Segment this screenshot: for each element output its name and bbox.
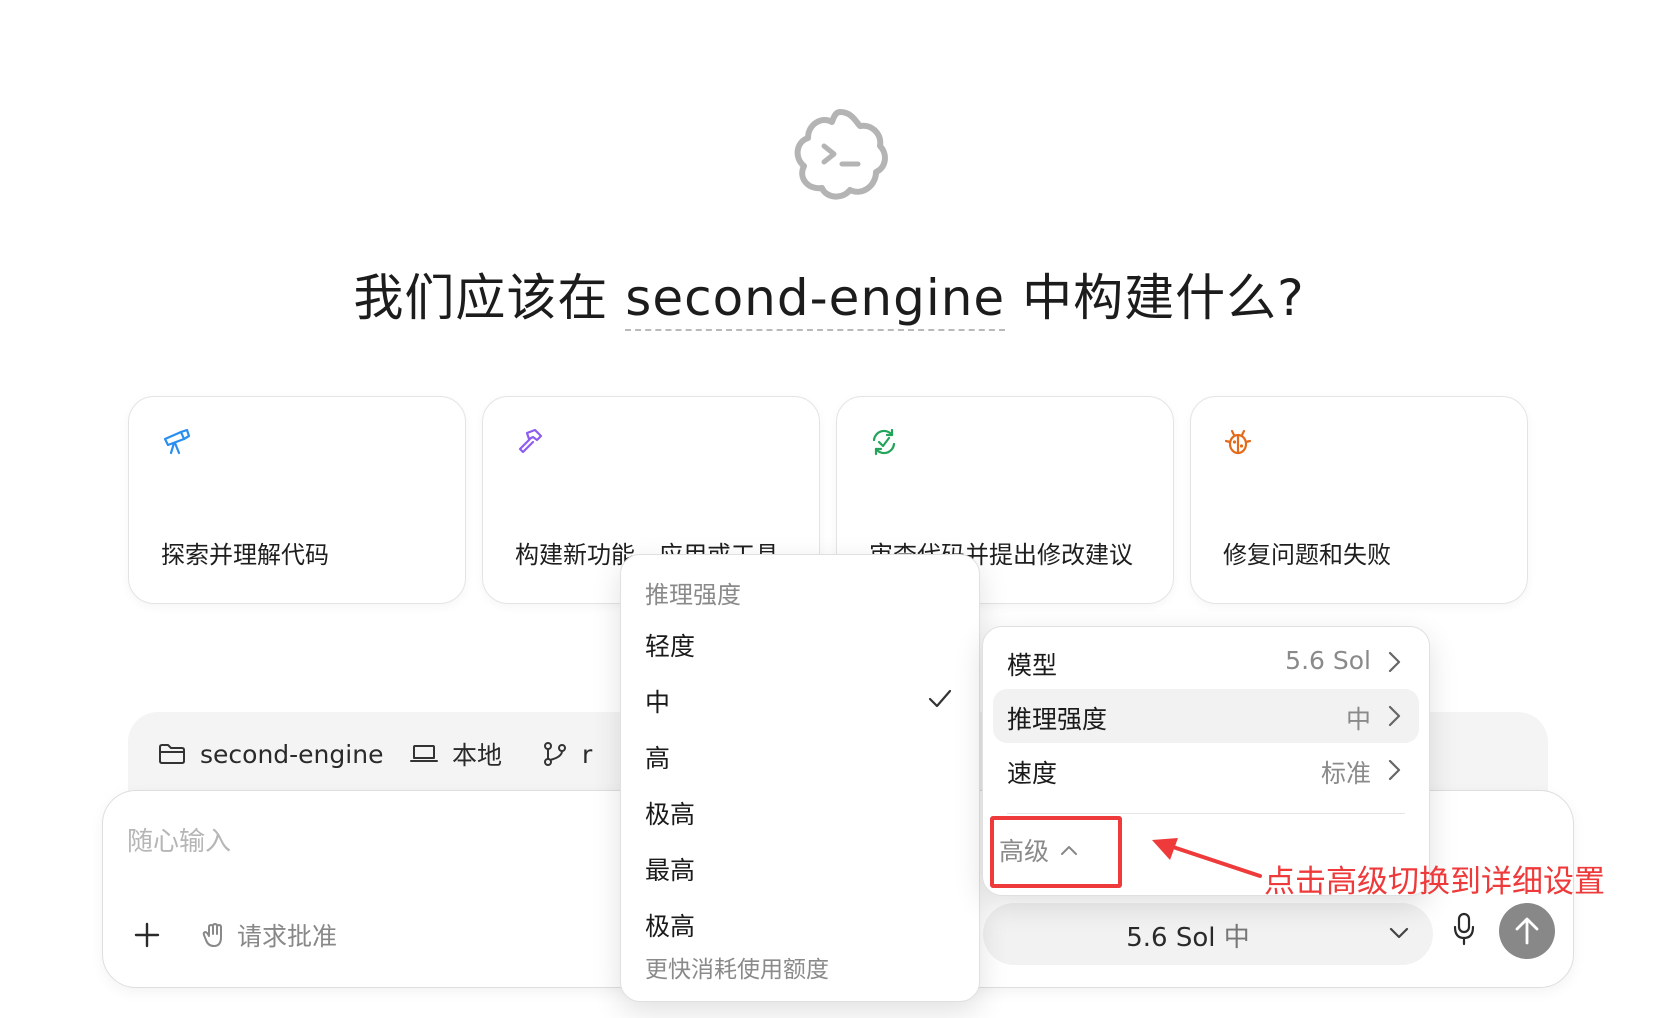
- plus-icon: [134, 922, 160, 948]
- row-value: 中: [1345, 705, 1371, 734]
- arrow-up-icon: [1515, 917, 1539, 945]
- effort-menu: 推理强度 轻度 中 高 极高 最高 极高 更快消耗使用额度: [620, 554, 980, 1002]
- option-label: 极高: [645, 800, 696, 829]
- model-selector-value: 5.6 Sol 中: [983, 917, 1393, 954]
- menu-row-speed[interactable]: 速度 标准: [993, 743, 1419, 797]
- microphone-button[interactable]: [1451, 911, 1477, 951]
- option-label: 中: [645, 688, 671, 717]
- project-name-link[interactable]: second-engine: [625, 269, 1006, 331]
- row-value: 标准: [1320, 759, 1371, 788]
- chevron-right-icon: [1388, 705, 1401, 727]
- card-label: 修复问题和失败: [1223, 541, 1391, 569]
- row-value: 5.6 Sol: [1285, 646, 1371, 675]
- option-note: 更快消耗使用额度: [645, 957, 829, 983]
- page-title: 我们应该在 second-engine 中构建什么?: [0, 258, 1658, 331]
- option-label: 轻度: [645, 632, 696, 661]
- model-selector[interactable]: 5.6 Sol 中: [983, 903, 1433, 965]
- option-label: 最高: [645, 856, 696, 885]
- microphone-icon: [1453, 912, 1475, 946]
- row-label: 模型: [1007, 651, 1058, 680]
- folder-selector[interactable]: second-engine: [158, 734, 383, 774]
- annotation-highlight-box: [990, 816, 1122, 888]
- effort-option[interactable]: 极高: [645, 795, 955, 835]
- environment-label: 本地: [452, 741, 503, 770]
- title-prefix: 我们应该在: [353, 269, 609, 327]
- model-name: 5.6 Sol: [1126, 923, 1216, 953]
- hammer-icon: [515, 427, 545, 457]
- card-label: 探索并理解代码: [161, 541, 329, 569]
- menu-divider: [1007, 813, 1405, 814]
- branch-selector[interactable]: r: [542, 734, 592, 774]
- card-fix-issues[interactable]: 修复问题和失败: [1190, 396, 1528, 604]
- git-branch-icon: [544, 742, 566, 766]
- option-label: 高: [645, 744, 671, 773]
- title-suffix: 中构建什么?: [1022, 269, 1305, 327]
- effort-option[interactable]: 极高: [645, 907, 955, 947]
- branch-label: r: [582, 739, 593, 769]
- approval-mode-button[interactable]: 请求批准: [201, 917, 337, 953]
- laptop-icon: [410, 745, 438, 762]
- chevron-down-icon: [1389, 927, 1409, 939]
- add-attachment-button[interactable]: [127, 915, 167, 955]
- app-logo: [790, 104, 890, 204]
- effort-option[interactable]: 轻度: [645, 627, 955, 667]
- menu-row-model[interactable]: 模型 5.6 Sol: [993, 635, 1419, 689]
- bug-icon: [1223, 427, 1253, 457]
- hand-icon: [202, 923, 222, 947]
- folder-icon: [159, 744, 185, 764]
- effort-option-selected[interactable]: 中: [645, 683, 955, 723]
- annotation-text: 点击高级切换到详细设置: [1264, 864, 1605, 900]
- folder-label: second-engine: [200, 739, 384, 769]
- chevron-right-icon: [1388, 651, 1401, 673]
- send-button[interactable]: [1499, 903, 1555, 959]
- menu-row-effort[interactable]: 推理强度 中: [993, 689, 1419, 743]
- row-label: 速度: [1007, 759, 1058, 788]
- approval-label: 请求批准: [237, 922, 338, 951]
- chevron-right-icon: [1388, 759, 1401, 781]
- review-cycle-icon: [869, 427, 899, 457]
- effort-option[interactable]: 高: [645, 739, 955, 779]
- check-icon: [928, 689, 952, 708]
- effort-menu-heading: 推理强度: [645, 581, 741, 609]
- card-explore-code[interactable]: 探索并理解代码: [128, 396, 466, 604]
- annotation-arrow-icon: [1152, 838, 1262, 878]
- effort-level: 中: [1223, 923, 1250, 953]
- prompt-input[interactable]: 随心输入: [127, 821, 231, 858]
- telescope-icon: [161, 427, 191, 457]
- effort-option[interactable]: 最高: [645, 851, 955, 891]
- option-label: 极高: [645, 912, 696, 941]
- row-label: 推理强度: [1007, 705, 1108, 734]
- environment-selector[interactable]: 本地: [410, 734, 502, 774]
